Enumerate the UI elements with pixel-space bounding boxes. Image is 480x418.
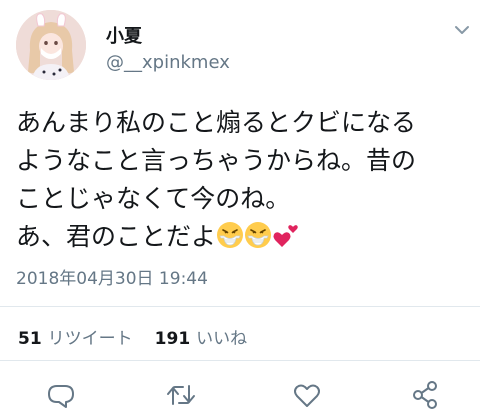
like-label: いいね: [196, 329, 248, 349]
tweet-text-line: ようなこと言っちゃうからね。昔の: [16, 146, 417, 175]
engagement-stats: 51 リツイート 191 いいね: [18, 324, 269, 349]
tweet-text: あんまり私のこと煽るとクビになる ようなこと言っちゃうからね。昔の ことじゃなく…: [16, 104, 474, 256]
like-icon[interactable]: [290, 378, 324, 412]
action-bar: [0, 378, 480, 412]
author-name[interactable]: 小夏: [106, 22, 142, 48]
avatar-image: [16, 10, 86, 80]
divider: [0, 306, 480, 307]
like-count-link[interactable]: 191 いいね: [155, 324, 248, 349]
avatar[interactable]: [16, 10, 86, 80]
share-icon[interactable]: [408, 378, 442, 412]
retweet-count-link[interactable]: 51 リツイート: [18, 324, 133, 349]
face-with-medical-mask-icon: [216, 221, 244, 249]
tweet-text-line: あんまり私のこと煽るとクビになる: [16, 108, 417, 137]
two-hearts-icon: [272, 221, 300, 249]
retweet-count: 51: [18, 329, 42, 349]
retweet-icon[interactable]: [164, 378, 198, 412]
chevron-down-icon[interactable]: [452, 20, 472, 40]
tweet-text-line: あ、君のことだよ: [16, 222, 217, 251]
author-handle[interactable]: @__xpinkmex: [106, 52, 230, 73]
tweet-detail: 小夏 @__xpinkmex あんまり私のこと煽るとクビになる ようなこと言っち…: [0, 0, 480, 418]
face-with-medical-mask-icon: [244, 221, 272, 249]
divider: [0, 360, 480, 361]
retweet-label: リツイート: [47, 329, 133, 349]
like-count: 191: [154, 329, 191, 349]
reply-icon[interactable]: [44, 378, 78, 412]
tweet-text-line: ことじゃなくて今のね。: [16, 184, 291, 213]
timestamp[interactable]: 2018年04月30日 19:44: [16, 264, 208, 289]
